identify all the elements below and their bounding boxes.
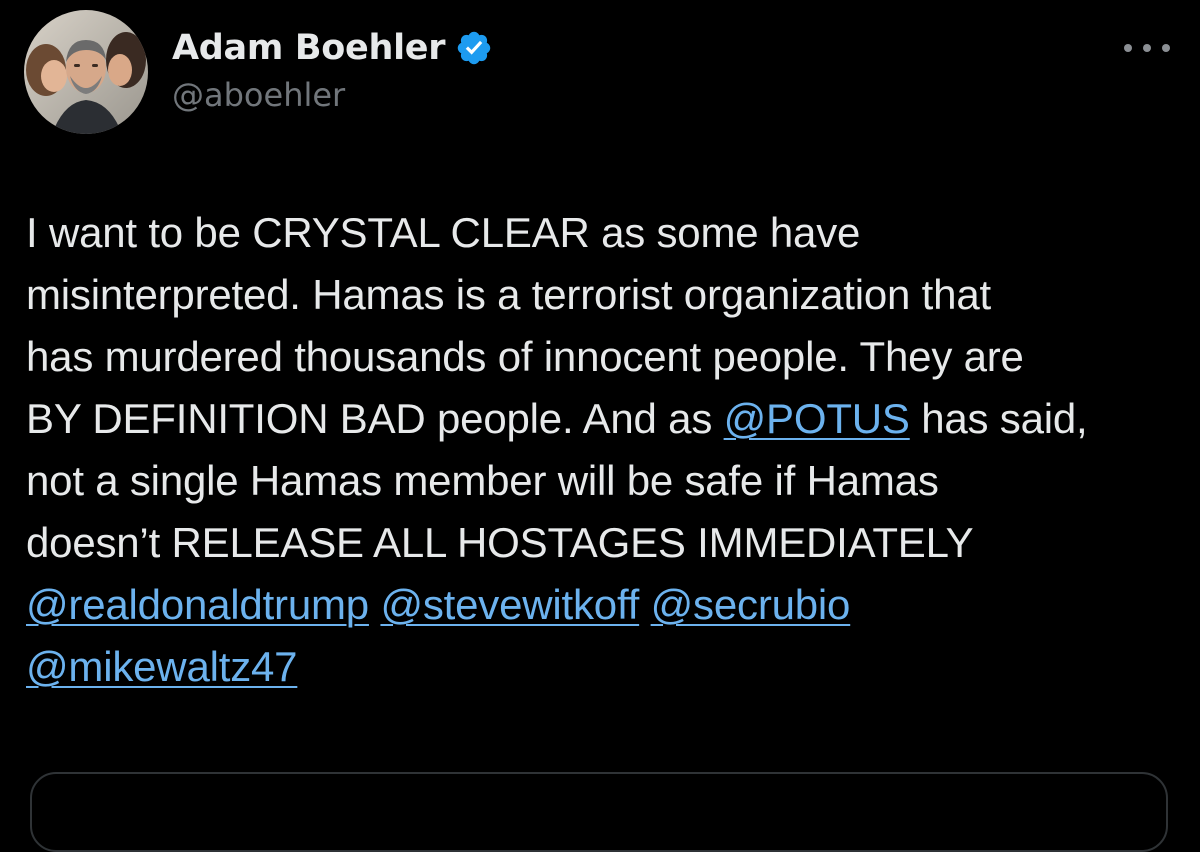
post-line: BY DEFINITION BAD people. And as @POTUS …	[26, 388, 1186, 450]
mention-link-stevewitkoff[interactable]: @stevewitkoff	[380, 581, 639, 628]
dot-icon	[1162, 44, 1170, 52]
post-line: misinterpreted. Hamas is a terrorist org…	[26, 271, 991, 318]
post-line: doesn’t RELEASE ALL HOSTAGES IMMEDIATELY	[26, 519, 974, 566]
verified-badge-icon[interactable]	[455, 29, 493, 67]
mention-link-secrubio[interactable]: @secrubio	[651, 581, 851, 628]
post-line: has murdered thousands of innocent peopl…	[26, 333, 1024, 380]
dot-icon	[1124, 44, 1132, 52]
post-line: @mikewaltz47	[26, 636, 1186, 698]
post-line: @realdonaldtrump @stevewitkoff @secrubio	[26, 574, 1186, 636]
tweet: Adam Boehler @aboehler I want to be CRYS…	[0, 0, 1200, 852]
quoted-card[interactable]	[30, 772, 1168, 852]
post-line: not a single Hamas member will be safe i…	[26, 457, 939, 504]
more-options-icon[interactable]	[1124, 36, 1170, 60]
post-line-segment: BY DEFINITION BAD people. And as	[26, 395, 724, 442]
post-line: I want to be CRYSTAL CLEAR as some have	[26, 209, 861, 256]
mention-link-realdonaldtrump[interactable]: @realdonaldtrump	[26, 581, 369, 628]
avatar-photo-icon	[24, 10, 148, 134]
author-name-row: Adam Boehler	[172, 24, 493, 72]
display-name[interactable]: Adam Boehler	[172, 28, 445, 68]
post-text: I want to be CRYSTAL CLEAR as some have …	[26, 202, 1186, 698]
mention-link-mikewaltz47[interactable]: @mikewaltz47	[26, 643, 298, 690]
avatar[interactable]	[24, 10, 148, 134]
author-handle[interactable]: @aboehler	[172, 76, 345, 114]
mention-link-potus[interactable]: @POTUS	[724, 395, 910, 442]
post-line-segment: has said,	[909, 395, 1088, 442]
dot-icon	[1143, 44, 1151, 52]
